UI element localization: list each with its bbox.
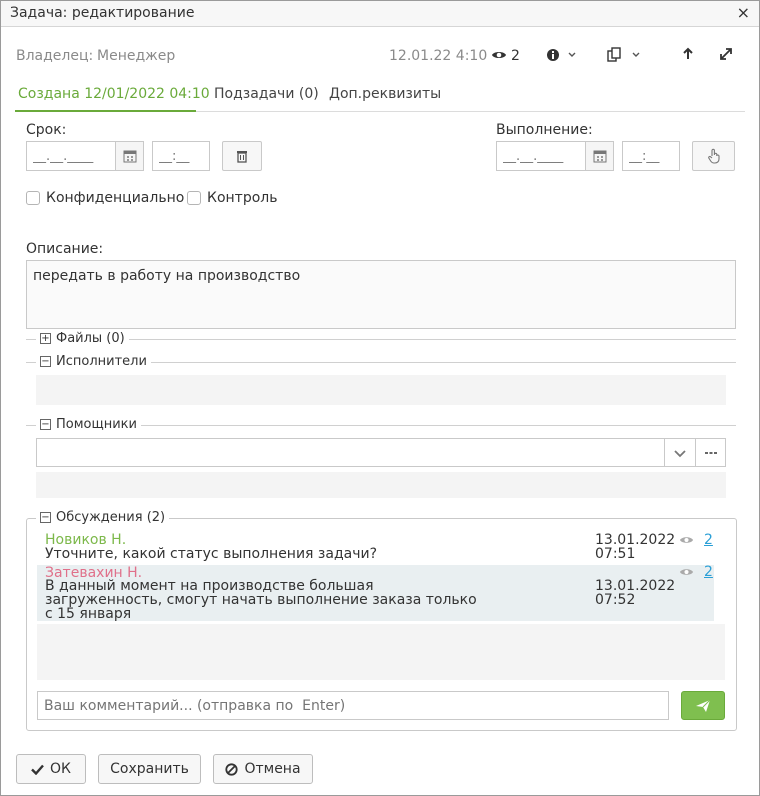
message-text-line: с 15 января [45, 606, 132, 622]
comment-input[interactable] [37, 691, 669, 720]
control-label: Контроль [207, 190, 278, 206]
files-group-header[interactable]: + Файлы (0) [36, 331, 129, 346]
info-dropdown-button[interactable] [547, 47, 577, 67]
collapse-minus-icon[interactable]: − [40, 419, 51, 430]
calendar-icon[interactable] [586, 141, 614, 171]
expand-icon[interactable] [719, 47, 733, 65]
message-text: Уточните, какой статус выполнения задачи… [45, 546, 378, 562]
save-button[interactable]: Сохранить [98, 754, 201, 784]
description-label: Описание: [26, 241, 104, 257]
collapse-minus-icon[interactable]: − [40, 512, 51, 523]
active-tab-indicator [15, 110, 196, 112]
completion-date-input[interactable] [496, 141, 586, 171]
collapse-minus-icon[interactable]: − [40, 356, 51, 367]
mark-complete-button[interactable] [692, 141, 735, 171]
eye-icon [491, 48, 507, 66]
completion-time-input[interactable] [622, 141, 680, 171]
executors-group-header[interactable]: − Исполнители [36, 354, 151, 369]
ban-icon [225, 762, 239, 776]
deadline-label: Срок: [26, 122, 67, 138]
executors-list [36, 375, 726, 405]
send-button[interactable] [681, 691, 725, 720]
views-count-link[interactable]: 2 [704, 564, 713, 580]
helpers-select[interactable] [36, 438, 726, 467]
clear-deadline-button[interactable] [222, 141, 262, 171]
confidential-checkbox[interactable] [26, 191, 40, 205]
message-time: 07:51 [595, 546, 636, 562]
executors-group-label: Исполнители [56, 354, 147, 369]
eye-icon [679, 534, 694, 550]
more-dots-icon[interactable] [695, 438, 726, 467]
expand-plus-icon[interactable]: + [40, 333, 51, 344]
list-item: Новиков Н. Уточните, какой статус выполн… [37, 529, 714, 565]
eye-icon [679, 566, 694, 582]
cancel-label: Отмена [244, 761, 301, 777]
list-item: Затевахин Н. В данный момент на производ… [37, 564, 714, 622]
views-count-link[interactable]: 2 [704, 532, 713, 548]
tab-created[interactable]: Создана 12/01/2022 04:10 [18, 86, 210, 102]
chevron-down-icon[interactable] [664, 438, 695, 467]
discussions-group-header[interactable]: − Обсуждения (2) [36, 510, 170, 525]
description-textarea[interactable]: передать в работу на производство [26, 260, 736, 329]
views-count: 2 [511, 48, 520, 64]
owner-label: Владелец: [16, 48, 94, 64]
tab-subtasks[interactable]: Подзадачи (0) [214, 86, 319, 102]
hand-pointer-icon [707, 148, 720, 164]
deadline-time-input[interactable] [152, 141, 210, 171]
completion-label: Выполнение: [496, 122, 593, 138]
deadline-date-input[interactable] [26, 141, 116, 171]
message-date: 13.01.2022 [595, 532, 676, 548]
message-date: 13.01.2022 [595, 578, 676, 594]
send-icon [696, 699, 711, 712]
message-time: 07:52 [595, 592, 636, 608]
copy-dropdown-button[interactable] [607, 47, 643, 67]
files-group-label: Файлы (0) [56, 331, 125, 346]
helpers-list [36, 472, 726, 498]
ok-button[interactable]: ОК [16, 754, 86, 784]
owner-value: Менеджер [97, 48, 176, 64]
discussions-group-label: Обсуждения (2) [56, 510, 166, 525]
ok-label: ОК [50, 761, 71, 777]
calendar-icon[interactable] [116, 141, 144, 171]
helpers-group-header[interactable]: − Помощники [36, 417, 141, 432]
discussion-empty-area [37, 624, 725, 680]
tab-extra-props[interactable]: Доп.реквизиты [329, 86, 441, 102]
created-datetime: 12.01.22 4:10 [389, 48, 488, 64]
task-edit-dialog: Задача: редактирование × Владелец: Менед… [0, 0, 760, 796]
helpers-group-label: Помощники [56, 417, 137, 432]
trash-icon [237, 151, 247, 163]
cancel-button[interactable]: Отмена [213, 754, 313, 784]
upload-icon[interactable] [682, 47, 694, 67]
control-checkbox[interactable] [187, 191, 201, 205]
close-icon[interactable]: × [737, 3, 750, 22]
message-text-line: загруженность, смогут начать выполнение … [45, 592, 477, 608]
titlebar: Задача: редактирование × [1, 1, 759, 27]
message-text-line: В данный момент на производстве большая [45, 578, 374, 594]
confidential-label: Конфиденциально [46, 190, 185, 206]
check-icon [31, 764, 44, 775]
save-label: Сохранить [110, 761, 189, 777]
window-title: Задача: редактирование [10, 5, 195, 21]
